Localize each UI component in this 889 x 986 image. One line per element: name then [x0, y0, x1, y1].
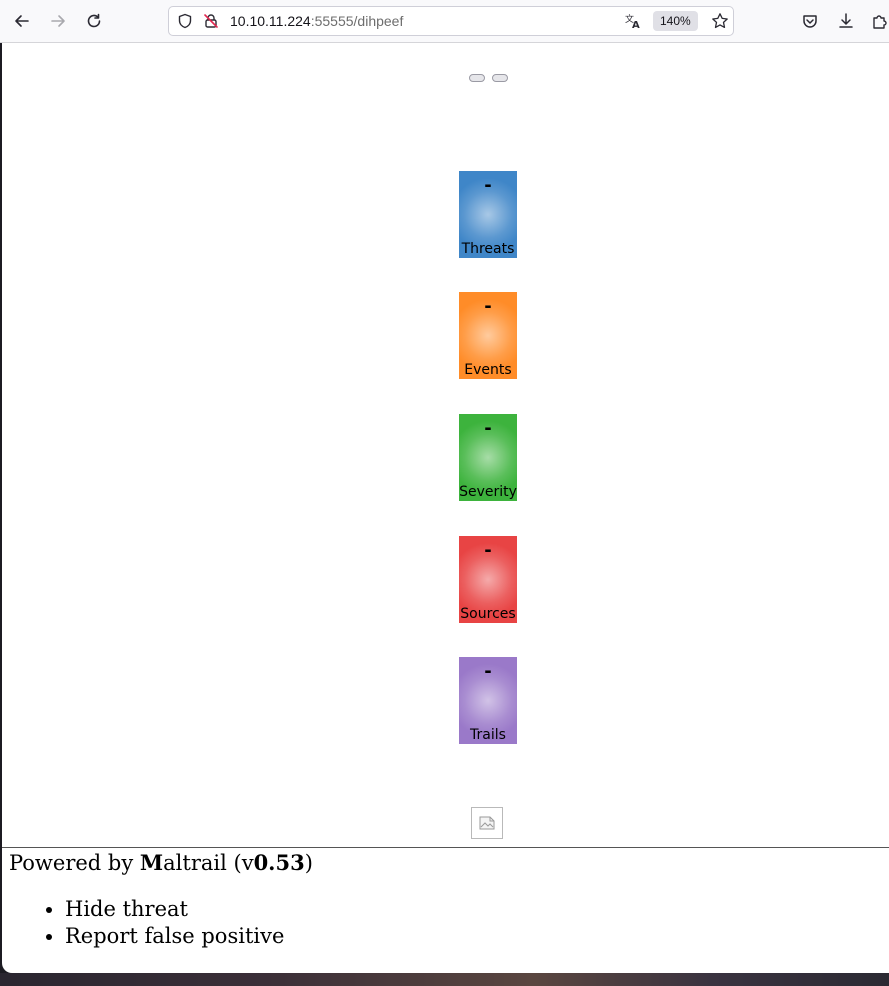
powered-prefix: Powered by	[9, 851, 140, 875]
pocket-icon	[803, 15, 817, 28]
extensions-button[interactable]	[867, 8, 889, 34]
pill-button-right[interactable]	[492, 74, 508, 82]
stat-box-severity[interactable]: - Severity	[459, 414, 517, 501]
stat-value: -	[484, 418, 492, 439]
downloads-button[interactable]	[833, 8, 859, 34]
stat-box-sources[interactable]: - Sources	[459, 536, 517, 623]
back-button[interactable]	[9, 8, 35, 34]
stat-value: -	[484, 175, 492, 196]
insecure-lock-icon[interactable]	[200, 10, 222, 32]
svg-text:A: A	[632, 20, 640, 30]
reload-icon	[87, 13, 101, 28]
version-close: )	[304, 851, 313, 875]
stat-label: Trails	[470, 727, 506, 743]
translate-icon[interactable]: 文A	[622, 10, 644, 32]
broken-image	[471, 807, 503, 839]
arrow-left-icon	[15, 15, 29, 27]
shield-icon[interactable]	[174, 10, 196, 32]
stat-box-events[interactable]: - Events	[459, 292, 517, 379]
stat-box-threats[interactable]: - Threats	[459, 171, 517, 258]
stat-box-trails[interactable]: - Trails	[459, 657, 517, 744]
stat-value: -	[484, 296, 492, 317]
puzzle-icon	[873, 15, 887, 29]
desktop-taskbar	[0, 973, 889, 986]
stat-value: -	[484, 661, 492, 682]
footer: Powered by Maltrail (v0.53) Hide threat …	[2, 847, 889, 973]
url-text[interactable]: 10.10.11.224:55555/dihpeef	[230, 13, 403, 29]
forward-button[interactable]	[45, 8, 71, 34]
url-path: :55555/dihpeef	[310, 13, 404, 29]
url-host: 10.10.11.224	[230, 13, 311, 29]
brand-initial: M	[139, 850, 164, 875]
page-viewport: - Threats - Events - Severity - Sources - Trails …	[2, 43, 889, 973]
url-bar[interactable]: 10.10.11.224:55555/dihpeef 文A 140%	[168, 6, 734, 36]
arrow-right-icon	[51, 15, 65, 27]
version-number: 0.53	[253, 850, 305, 875]
pill-button-left[interactable]	[469, 74, 485, 82]
brand-rest: altrail	[163, 851, 227, 875]
context-menu-list: Hide threat Report false positive	[37, 896, 284, 950]
stat-value: -	[484, 540, 492, 561]
zoom-level[interactable]: 140%	[653, 11, 698, 31]
menu-item-report-false-positive[interactable]: Report false positive	[65, 923, 284, 950]
pocket-button[interactable]	[797, 8, 823, 34]
stat-label: Severity	[459, 484, 517, 500]
stat-label: Threats	[461, 241, 515, 257]
stat-label: Sources	[460, 606, 516, 622]
download-icon	[839, 13, 853, 28]
stat-label: Events	[464, 362, 512, 378]
menu-item-hide-threat[interactable]: Hide threat	[65, 896, 284, 923]
reload-button[interactable]	[81, 8, 107, 34]
star-icon[interactable]	[709, 10, 731, 32]
version-open: (v	[226, 851, 254, 875]
powered-by: Powered by Maltrail (v0.53)	[9, 850, 313, 875]
browser-toolbar: 10.10.11.224:55555/dihpeef 文A 140%	[0, 0, 889, 43]
broken-image-icon	[479, 816, 495, 830]
